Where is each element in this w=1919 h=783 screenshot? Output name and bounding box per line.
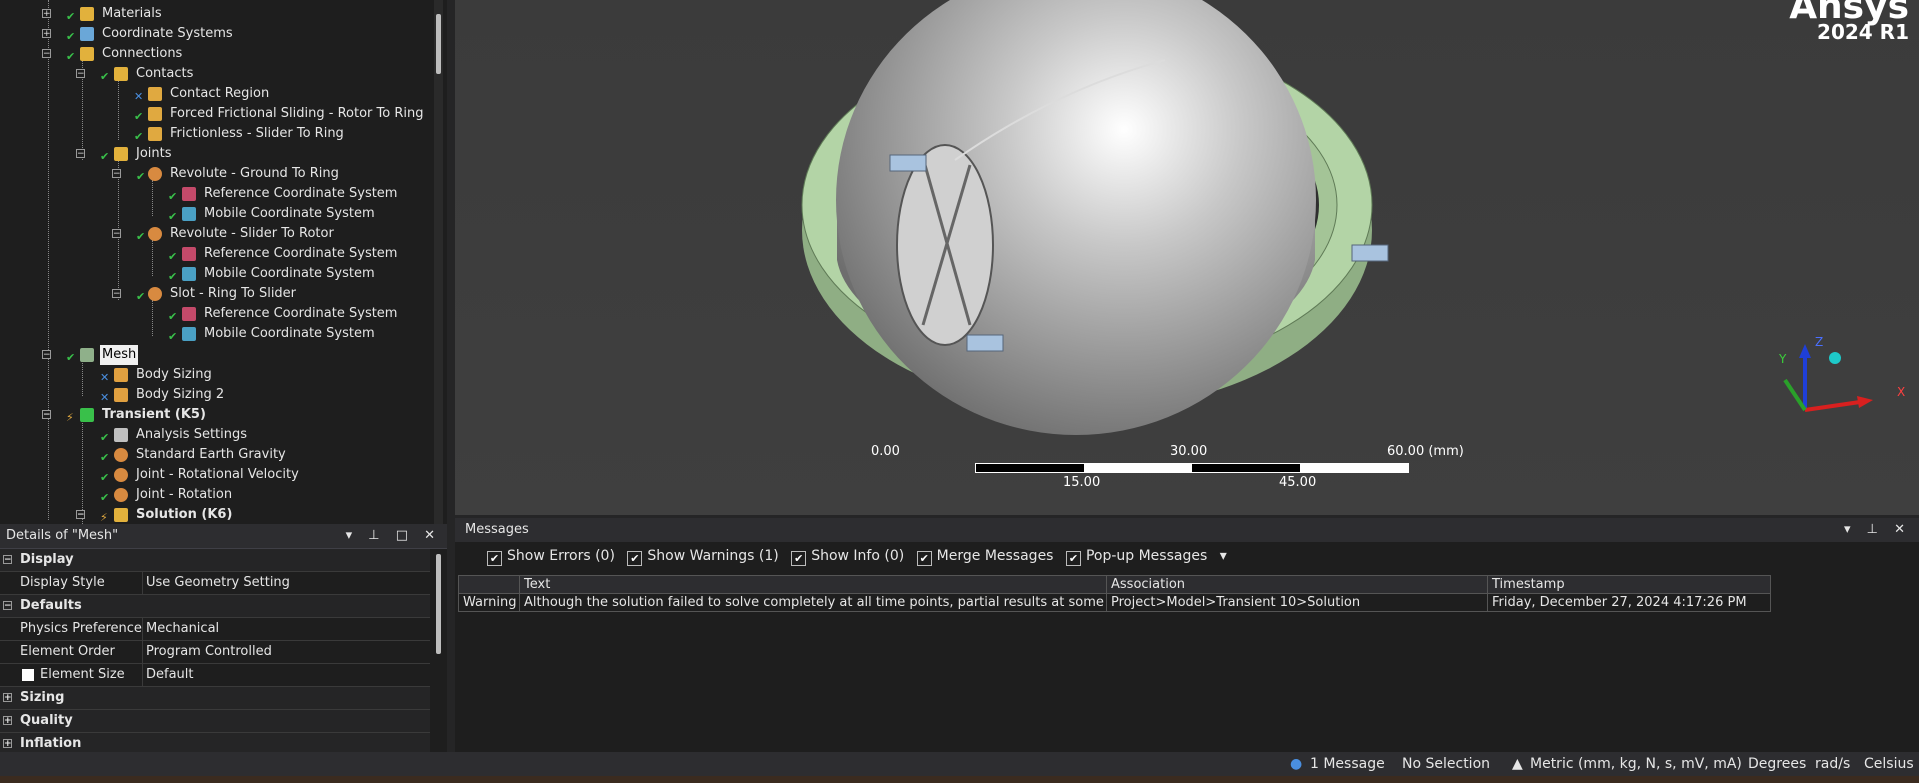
- col-association[interactable]: Association: [1106, 575, 1488, 594]
- status-selection: No Selection: [1402, 756, 1491, 772]
- axis-y-label: Y: [1779, 352, 1787, 366]
- details-scrollbar-thumb[interactable]: [436, 554, 441, 654]
- status-units[interactable]: Metric (mm, kg, N, s, mV, mA): [1530, 752, 1742, 776]
- scale-label-30: 30.00: [1170, 444, 1208, 459]
- show-errors-checkbox[interactable]: ✔ Show Errors (0): [487, 548, 615, 566]
- tree-scrollbar-thumb[interactable]: [436, 14, 441, 74]
- scale-label-15: 15.00: [1063, 475, 1101, 490]
- details-panel: Details of "Mesh" ▾ ⊥ □ ✕ − Display Displ…: [0, 524, 447, 756]
- status-temperature[interactable]: Celsius: [1864, 752, 1914, 776]
- units-caret-icon[interactable]: ▲: [1512, 752, 1523, 776]
- details-title: Details of "Mesh": [6, 528, 119, 543]
- details-row-element-order[interactable]: Element Order Program Controlled: [0, 641, 430, 664]
- element-size-checkbox[interactable]: [22, 669, 34, 681]
- axis-triad[interactable]: [1775, 330, 1895, 430]
- details-group-quality[interactable]: + Quality: [0, 710, 430, 733]
- col-type[interactable]: [458, 575, 520, 594]
- details-row-physics-preference[interactable]: Physics Preference Mechanical: [0, 618, 430, 641]
- popup-messages-checkbox[interactable]: ✔ Pop-up Messages: [1065, 548, 1207, 566]
- messages-table: Text Association Timestamp Warning Altho…: [458, 575, 1771, 612]
- message-info-icon[interactable]: ●: [1290, 752, 1302, 776]
- messages-filter-options: ✔ Show Errors (0) ✔ Show Warnings (1) ✔ Sho…: [487, 548, 1235, 566]
- scale-label-0: 0.00: [871, 444, 900, 459]
- messages-panel: Messages ▾ ⊥ ✕ ✔ Show Errors (0) ✔ Show Wa…: [455, 518, 1919, 752]
- axis-x-label: X: [1897, 385, 1906, 399]
- model-geometry[interactable]: [455, 0, 1919, 515]
- axis-z-label: Z: [1815, 335, 1824, 349]
- merge-messages-checkbox[interactable]: ✔ Merge Messages: [916, 548, 1053, 566]
- options-dropdown-icon[interactable]: ▾: [1220, 548, 1227, 564]
- details-row-element-size[interactable]: Element Size Default: [0, 664, 430, 687]
- col-timestamp[interactable]: Timestamp: [1487, 575, 1771, 594]
- taskbar-strip: [0, 776, 1919, 783]
- status-rate[interactable]: rad/s: [1815, 752, 1850, 776]
- details-title-bar: Details of "Mesh" ▾ ⊥ □ ✕: [0, 524, 447, 549]
- messages-window-controls[interactable]: ▾ ⊥ ✕: [1844, 518, 1911, 542]
- details-window-controls[interactable]: ▾ ⊥ □ ✕: [346, 524, 441, 548]
- outline-tree: + ✔ Materials + ✔ Coordinate Systems − ✔ Co…: [0, 0, 447, 524]
- scale-label-45: 45.00: [1279, 475, 1317, 490]
- details-group-sizing[interactable]: + Sizing: [0, 687, 430, 710]
- messages-title: Messages: [465, 522, 529, 537]
- show-info-checkbox[interactable]: ✔ Show Info (0): [791, 548, 904, 566]
- tree-scrollbar-track[interactable]: [434, 0, 443, 524]
- status-angle[interactable]: Degrees: [1748, 752, 1806, 776]
- table-row[interactable]: Warning Although the solution failed to …: [458, 593, 1771, 612]
- show-warnings-checkbox[interactable]: ✔ Show Warnings (1): [627, 548, 779, 566]
- messages-title-bar: Messages ▾ ⊥ ✕: [455, 518, 1919, 542]
- scale-label-60: 60.00 (mm): [1387, 444, 1464, 459]
- scale-bar: [975, 463, 1409, 473]
- details-group-display[interactable]: − Display: [0, 549, 430, 572]
- col-text[interactable]: Text: [519, 575, 1107, 594]
- graphics-viewport[interactable]: Ansys 2024 R1 0.00 30.00 60.00 (mm) 15.0…: [455, 0, 1919, 515]
- status-messages[interactable]: 1 Message: [1310, 752, 1385, 776]
- details-group-defaults[interactable]: − Defaults: [0, 595, 430, 618]
- status-bar: ● 1 Message No Selection ▲ Metric (mm, k…: [0, 752, 1919, 776]
- details-row-display-style[interactable]: Display Style Use Geometry Setting: [0, 572, 430, 595]
